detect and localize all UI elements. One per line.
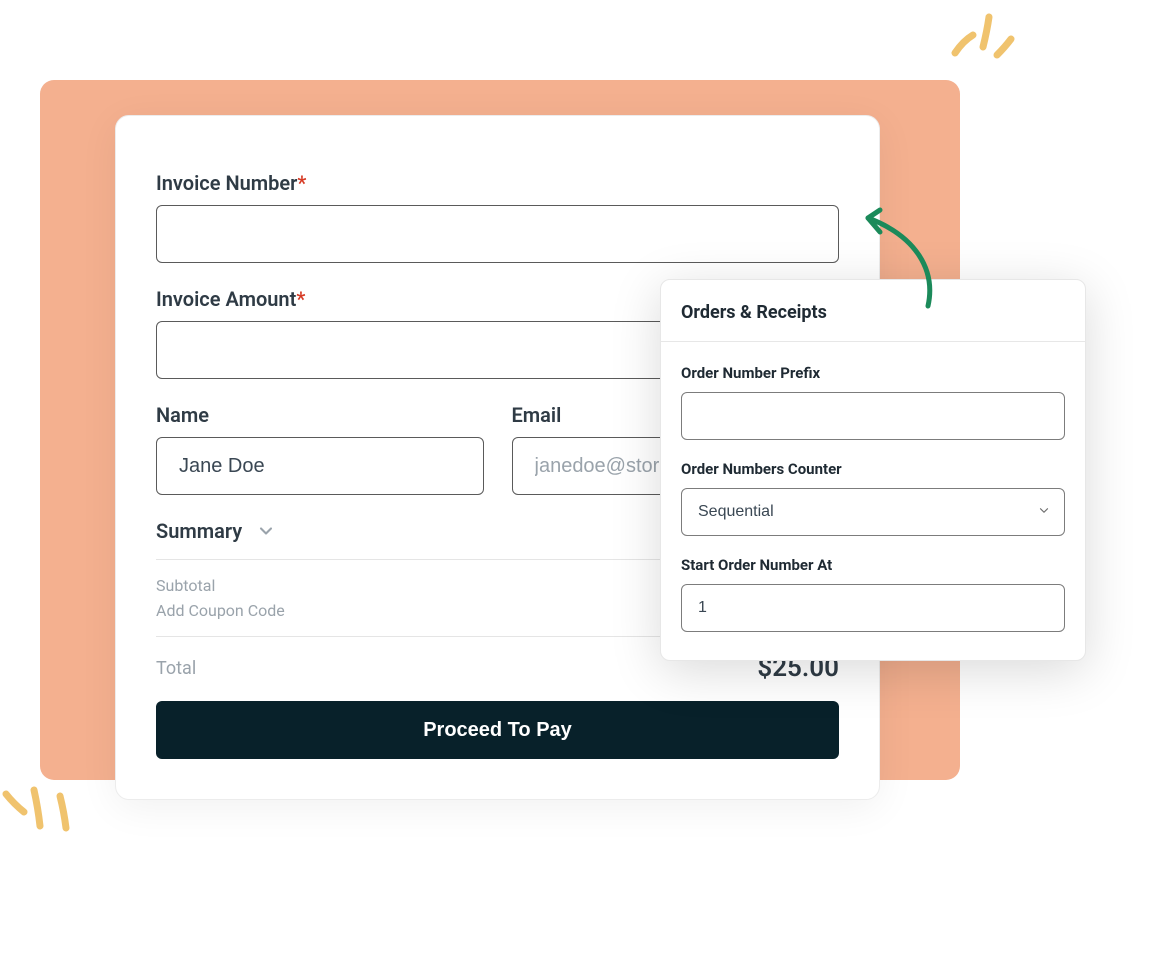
chevron-down-icon [256, 521, 276, 541]
required-mark: * [297, 171, 306, 195]
start-order-input[interactable] [681, 584, 1065, 632]
order-prefix-input[interactable] [681, 392, 1065, 440]
total-label: Total [156, 658, 196, 679]
order-counter-label: Order Numbers Counter [681, 460, 1065, 478]
start-order-label: Start Order Number At [681, 556, 1065, 574]
invoice-number-label: Invoice Number* [156, 171, 839, 195]
decorative-strokes-top-right [945, 5, 1015, 65]
name-input[interactable] [156, 437, 484, 495]
invoice-number-input[interactable] [156, 205, 839, 263]
orders-receipts-panel: Orders & Receipts Order Number Prefix Or… [660, 279, 1086, 661]
order-counter-select[interactable] [681, 488, 1065, 536]
summary-label: Summary [156, 519, 242, 543]
decorative-strokes-bottom-left [0, 782, 80, 852]
required-mark: * [296, 287, 305, 311]
proceed-to-pay-button[interactable]: Proceed To Pay [156, 701, 839, 759]
orders-panel-title: Orders & Receipts [661, 280, 1085, 342]
order-prefix-label: Order Number Prefix [681, 364, 1065, 382]
name-label: Name [156, 403, 484, 427]
